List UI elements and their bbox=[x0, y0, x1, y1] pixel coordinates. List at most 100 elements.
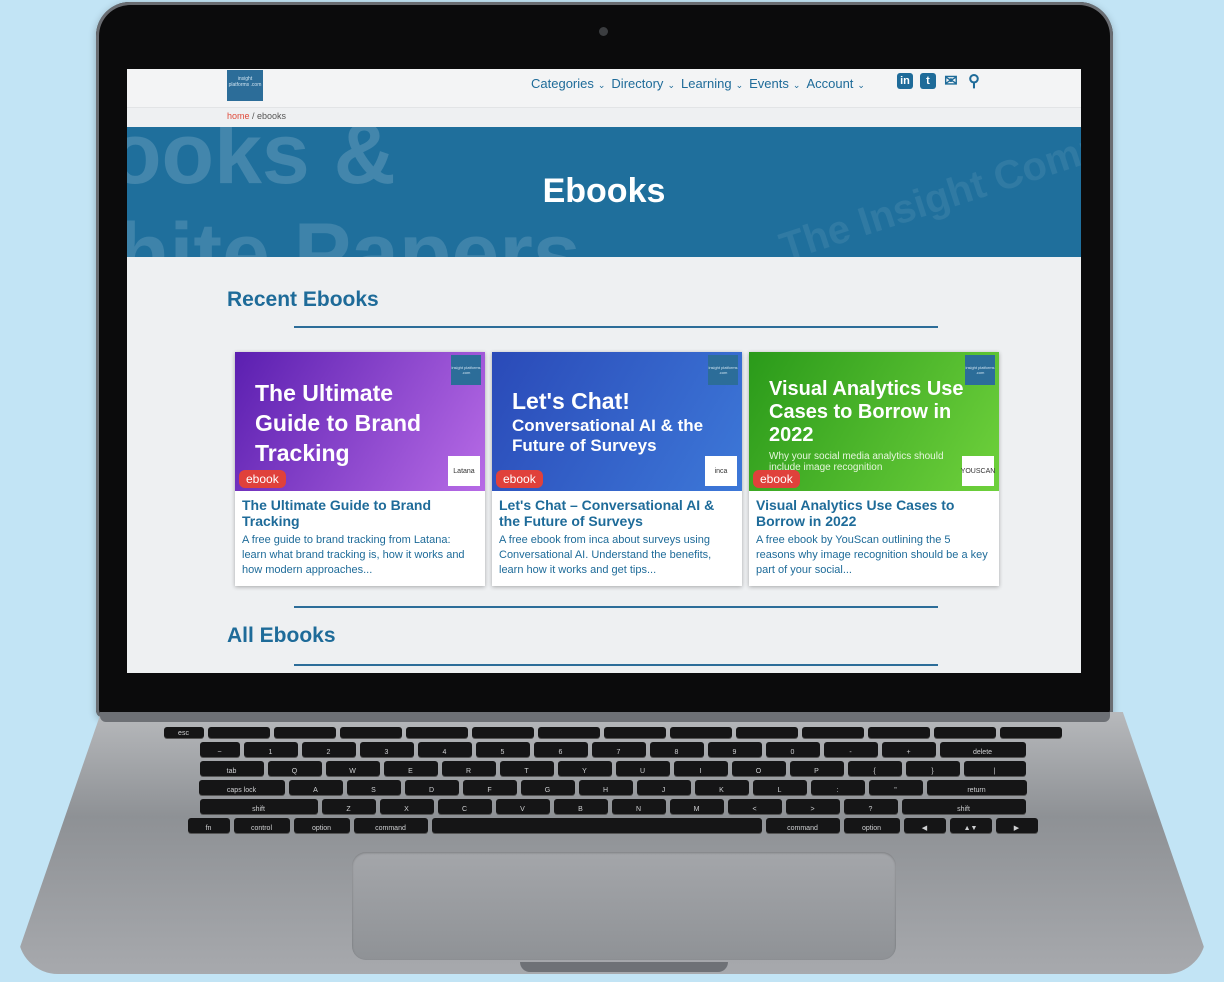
insight-platforms-logo: insight platforms .com bbox=[451, 355, 481, 385]
keyboard-key bbox=[999, 727, 1062, 738]
cover-title: Let's Chat! Conversational AI & the Futur… bbox=[512, 386, 712, 456]
section-divider bbox=[294, 664, 938, 666]
keyboard-key: I bbox=[673, 761, 728, 776]
keyboard-key: option bbox=[293, 818, 350, 833]
nav-categories[interactable]: Categories ⌄ bbox=[531, 76, 605, 91]
twitter-icon[interactable]: t bbox=[920, 73, 936, 89]
keyboard-key: 6 bbox=[533, 742, 588, 757]
ebook-cover-image[interactable]: Let's Chat! Conversational AI & the Futur… bbox=[492, 352, 742, 491]
keyboard-key: K bbox=[694, 780, 749, 795]
brand-logo: Latana bbox=[448, 456, 480, 486]
cover-title: The Ultimate Guide to Brand Tracking bbox=[255, 380, 422, 466]
keyboard-key: ◀ bbox=[903, 818, 946, 833]
keyboard-key bbox=[603, 727, 666, 738]
ebook-title-link[interactable]: The Ultimate Guide to Brand Tracking bbox=[242, 497, 478, 529]
keyboard-key: 4 bbox=[417, 742, 472, 757]
keyboard-key: delete bbox=[939, 742, 1026, 757]
keyboard-key: L bbox=[752, 780, 807, 795]
keyboard-key: P bbox=[789, 761, 844, 776]
keyboard-key bbox=[207, 727, 270, 738]
keyboard-key: control bbox=[233, 818, 290, 833]
section-divider bbox=[294, 606, 938, 608]
insight-platforms-logo: insight platforms .com bbox=[708, 355, 738, 385]
keyboard-key: command bbox=[765, 818, 840, 833]
keyboard-key: Q bbox=[267, 761, 322, 776]
keyboard-key: 1 bbox=[243, 742, 298, 757]
ebook-card[interactable]: The Ultimate Guide to Brand Tracking ins… bbox=[235, 352, 485, 586]
nav-learning[interactable]: Learning ⌄ bbox=[681, 76, 743, 91]
ebook-description: A free guide to brand tracking from Lata… bbox=[242, 534, 465, 576]
ebook-title-link[interactable]: Let's Chat – Conversational AI & the Fut… bbox=[499, 497, 735, 529]
ebook-title-link[interactable]: Visual Analytics Use Cases to Borrow in … bbox=[756, 497, 992, 529]
keyboard-key: J bbox=[636, 780, 691, 795]
site-logo[interactable]: insight platforms .com bbox=[227, 70, 263, 101]
ebook-card[interactable]: Let's Chat! Conversational AI & the Futur… bbox=[492, 352, 742, 586]
nav-account[interactable]: Account ⌄ bbox=[806, 76, 865, 91]
ebook-cover-image[interactable]: Visual Analytics Use Cases to Borrow in … bbox=[749, 352, 999, 491]
cover-title-main: Visual Analytics Use Cases to Borrow in … bbox=[769, 378, 964, 446]
breadcrumb-home-link[interactable]: home bbox=[227, 111, 250, 121]
recent-ebooks-heading: Recent Ebooks bbox=[227, 288, 379, 311]
keyboard-key: + bbox=[881, 742, 936, 757]
trackpad bbox=[352, 852, 896, 960]
ebook-cover-image[interactable]: The Ultimate Guide to Brand Tracking ins… bbox=[235, 352, 485, 491]
keyboard-key: B bbox=[553, 799, 608, 814]
mail-icon[interactable]: ✉ bbox=[943, 73, 959, 90]
ebook-badge: ebook bbox=[239, 470, 286, 488]
keyboard-row: tab Q W E R T Y U I O P{} | bbox=[120, 761, 1105, 776]
keyboard-key: E bbox=[383, 761, 438, 776]
page-title: Ebooks bbox=[542, 172, 666, 210]
all-ebooks-heading: All Ebooks bbox=[227, 624, 336, 647]
hero-banner: ooks & hite Papers The Insight Communiti… bbox=[127, 127, 1081, 257]
main-nav: Categories ⌄ Directory ⌄ Learning ⌄ Events ⌄… bbox=[531, 76, 865, 91]
keyboard-key: < bbox=[727, 799, 782, 814]
keyboard-key bbox=[669, 727, 732, 738]
nav-events[interactable]: Events ⌄ bbox=[749, 76, 800, 91]
breadcrumb: home / ebooks bbox=[227, 111, 286, 121]
keyboard-key: { bbox=[847, 761, 902, 776]
keyboard-key: 5 bbox=[475, 742, 530, 757]
keyboard-key: > bbox=[785, 799, 840, 814]
keyboard-key bbox=[801, 727, 864, 738]
chevron-down-icon: ⌄ bbox=[735, 80, 744, 90]
keyboard-key: ? bbox=[843, 799, 898, 814]
ebook-badge: ebook bbox=[496, 470, 543, 488]
keyboard-key: Y bbox=[557, 761, 612, 776]
keyboard-key: X bbox=[379, 799, 434, 814]
insight-platforms-logo: insight platforms .com bbox=[965, 355, 995, 385]
nav-directory[interactable]: Directory ⌄ bbox=[611, 76, 675, 91]
nav-label: Directory bbox=[611, 76, 664, 91]
keyboard-key: 2 bbox=[301, 742, 356, 757]
keyboard-row: caps lock A S D F G H J K L: " return bbox=[120, 780, 1105, 795]
keyboard-key: M bbox=[669, 799, 724, 814]
keyboard-key bbox=[339, 727, 402, 738]
keyboard-key: " bbox=[868, 780, 923, 795]
keyboard-key: R bbox=[441, 761, 496, 776]
breadcrumb-current: ebooks bbox=[257, 111, 287, 121]
nav-label: Account bbox=[806, 76, 854, 91]
ebook-card[interactable]: Visual Analytics Use Cases to Borrow in … bbox=[749, 352, 999, 586]
brand-logo: YOUSCAN bbox=[961, 456, 995, 486]
keyboard-key: return bbox=[926, 780, 1027, 795]
keyboard-key: option bbox=[843, 818, 900, 833]
linkedin-icon[interactable]: in bbox=[897, 73, 913, 89]
keyboard-key: tab bbox=[199, 761, 264, 776]
chevron-down-icon: ⌄ bbox=[792, 80, 801, 90]
keyboard-key: C bbox=[437, 799, 492, 814]
keyboard-key: H bbox=[578, 780, 633, 795]
keyboard-key: ▲▼ bbox=[949, 818, 992, 833]
keyboard-key: N bbox=[611, 799, 666, 814]
keyboard-key: O bbox=[731, 761, 786, 776]
keyboard-key: | bbox=[963, 761, 1026, 776]
keyboard-key: D bbox=[404, 780, 459, 795]
keyboard-key: 8 bbox=[649, 742, 704, 757]
keyboard-key: A bbox=[288, 780, 343, 795]
keyboard-key: shift bbox=[199, 799, 318, 814]
keyboard-key: S bbox=[346, 780, 401, 795]
keyboard-key: command bbox=[353, 818, 428, 833]
keyboard-key: ▶ bbox=[995, 818, 1038, 833]
search-icon[interactable]: ⚲ bbox=[966, 73, 982, 90]
keyboard-key: shift bbox=[901, 799, 1026, 814]
keyboard-key: Z bbox=[321, 799, 376, 814]
nav-label: Learning bbox=[680, 76, 732, 91]
